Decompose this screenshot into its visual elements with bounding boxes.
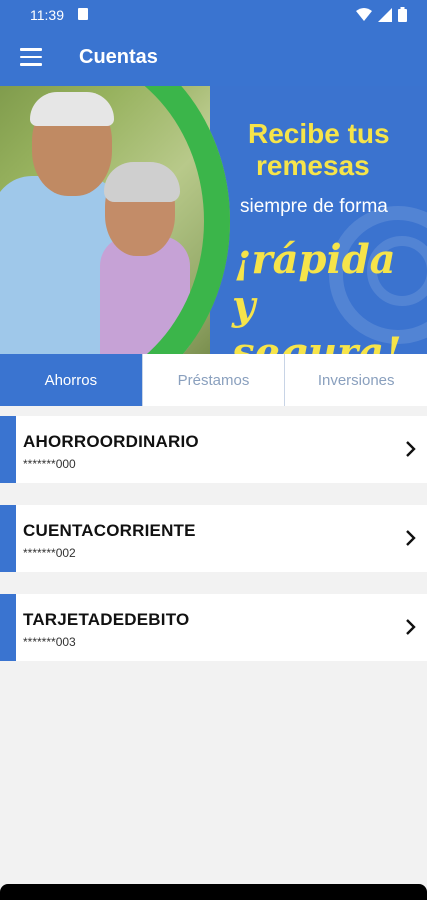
app-bar: Cuentas [0, 30, 427, 86]
tab-ahorros[interactable]: Ahorros [0, 354, 143, 406]
banner-headline-2: remesas [256, 150, 370, 181]
signal-icon [378, 7, 392, 22]
status-icons [356, 7, 407, 22]
navigation-bar [0, 884, 427, 900]
account-item[interactable]: AHORROORDINARIO *******000 [0, 416, 427, 483]
account-accent-bar [0, 505, 16, 572]
account-name: TARJETADEDEBITO [23, 610, 190, 629]
account-accent-bar [0, 416, 16, 483]
account-name: CUENTACORRIENTE [23, 521, 196, 540]
account-item[interactable]: CUENTACORRIENTE *******002 [0, 505, 427, 572]
account-number: *******000 [23, 457, 76, 471]
account-tabs: Ahorros Préstamos Inversiones [0, 354, 427, 406]
account-number: *******002 [23, 546, 76, 560]
tab-prestamos[interactable]: Préstamos [143, 354, 286, 406]
status-bar: 11:39 [0, 0, 427, 30]
sd-card-icon [78, 8, 88, 20]
account-number: *******003 [23, 635, 76, 649]
banner-slogan-1: ¡rápida [234, 236, 396, 283]
account-accent-bar [0, 594, 16, 661]
account-name: AHORROORDINARIO [23, 432, 199, 451]
account-list: AHORROORDINARIO *******000 CUENTACORRIEN… [0, 416, 427, 683]
status-time: 11:39 [30, 7, 64, 23]
banner-headline-1: Recibe tus [248, 118, 390, 149]
menu-icon[interactable] [20, 48, 42, 66]
chevron-right-icon [406, 441, 416, 457]
account-item[interactable]: TARJETADEDEBITO *******003 [0, 594, 427, 661]
page-title: Cuentas [79, 46, 158, 68]
banner-subline: siempre de forma [240, 196, 388, 217]
battery-icon [398, 7, 407, 22]
chevron-right-icon [406, 530, 416, 546]
banner-green-arc [0, 86, 230, 354]
banner-slogan-2: y segura! [232, 282, 402, 354]
chevron-right-icon [406, 619, 416, 635]
tab-inversiones[interactable]: Inversiones [285, 354, 427, 406]
wifi-icon [356, 7, 372, 21]
promo-banner[interactable]: Recibe tus remesas siempre de forma ¡ráp… [0, 86, 427, 354]
